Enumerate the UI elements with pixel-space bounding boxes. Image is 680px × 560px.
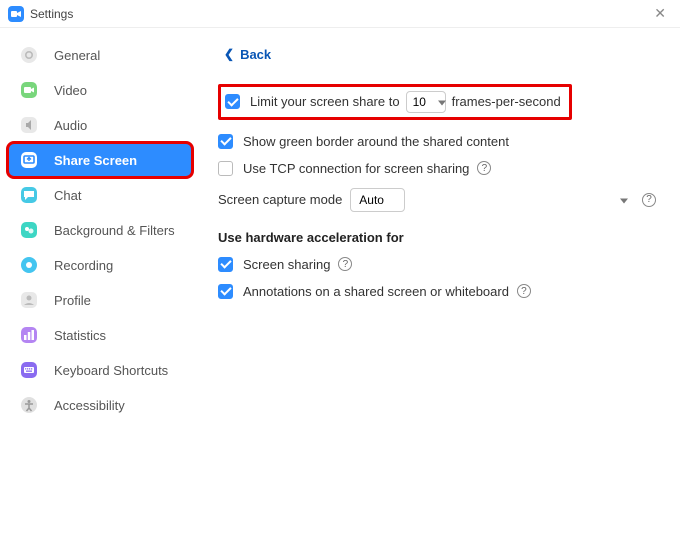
hw-annotations-label: Annotations on a shared screen or whiteb… — [243, 284, 509, 299]
background-icon — [18, 219, 40, 241]
recording-icon — [18, 254, 40, 276]
green-border-checkbox[interactable] — [218, 134, 233, 149]
close-icon[interactable]: ✕ — [648, 3, 672, 24]
sidebar-item-label: Keyboard Shortcuts — [54, 363, 168, 378]
titlebar: Settings ✕ — [0, 0, 680, 28]
fps-select[interactable]: 10 — [406, 91, 446, 113]
video-icon — [18, 79, 40, 101]
gear-icon — [18, 44, 40, 66]
sidebar-item-label: Video — [54, 83, 87, 98]
limit-fps-highlight: Limit your screen share to 10 frames-per… — [218, 84, 572, 120]
sidebar-item-label: General — [54, 48, 100, 63]
chat-icon — [18, 184, 40, 206]
sidebar-item-statistics[interactable]: Statistics — [8, 318, 192, 352]
sidebar-item-label: Chat — [54, 188, 81, 203]
sidebar: General Video Audio Share Screen — [0, 28, 200, 560]
window-title: Settings — [30, 7, 73, 21]
tcp-label: Use TCP connection for screen sharing — [243, 161, 469, 176]
back-label: Back — [240, 47, 271, 62]
sidebar-item-video[interactable]: Video — [8, 73, 192, 107]
capture-mode-select[interactable]: Auto — [350, 188, 405, 212]
hw-accel-title: Use hardware acceleration for — [218, 230, 656, 245]
sidebar-item-chat[interactable]: Chat — [8, 178, 192, 212]
sidebar-item-keyboard-shortcuts[interactable]: Keyboard Shortcuts — [8, 353, 192, 387]
sidebar-item-label: Statistics — [54, 328, 106, 343]
sidebar-item-profile[interactable]: Profile — [8, 283, 192, 317]
sidebar-item-label: Recording — [54, 258, 113, 273]
sidebar-item-recording[interactable]: Recording — [8, 248, 192, 282]
hw-screen-sharing-label: Screen sharing — [243, 257, 330, 272]
limit-fps-prefix: Limit your screen share to — [250, 94, 400, 109]
hw-annotations-checkbox[interactable] — [218, 284, 233, 299]
sidebar-item-label: Accessibility — [54, 398, 125, 413]
sidebar-item-share-screen[interactable]: Share Screen — [8, 143, 192, 177]
app-icon — [8, 6, 24, 22]
sidebar-item-label: Audio — [54, 118, 87, 133]
green-border-label: Show green border around the shared cont… — [243, 134, 509, 149]
back-link[interactable]: ❮ Back — [224, 47, 271, 62]
sidebar-item-general[interactable]: General — [8, 38, 192, 72]
limit-fps-checkbox[interactable] — [225, 94, 240, 109]
limit-fps-suffix: frames-per-second — [452, 94, 561, 109]
hw-screen-sharing-checkbox[interactable] — [218, 257, 233, 272]
sidebar-item-label: Profile — [54, 293, 91, 308]
audio-icon — [18, 114, 40, 136]
capture-mode-label: Screen capture mode — [218, 192, 342, 207]
sidebar-item-accessibility[interactable]: Accessibility — [8, 388, 192, 422]
hw-annotations-help-icon[interactable] — [517, 284, 531, 298]
sidebar-item-audio[interactable]: Audio — [8, 108, 192, 142]
keyboard-icon — [18, 359, 40, 381]
profile-icon — [18, 289, 40, 311]
hw-screen-help-icon[interactable] — [338, 257, 352, 271]
accessibility-icon — [18, 394, 40, 416]
chevron-left-icon: ❮ — [224, 47, 234, 61]
sidebar-item-label: Background & Filters — [54, 223, 175, 238]
main-content: ❮ Back Limit your screen share to 10 fra… — [200, 28, 680, 560]
capture-mode-help-icon[interactable] — [642, 193, 656, 207]
sidebar-item-label: Share Screen — [54, 153, 137, 168]
sidebar-item-background-filters[interactable]: Background & Filters — [8, 213, 192, 247]
statistics-icon — [18, 324, 40, 346]
tcp-checkbox[interactable] — [218, 161, 233, 176]
share-screen-icon — [18, 149, 40, 171]
tcp-help-icon[interactable] — [477, 161, 491, 175]
